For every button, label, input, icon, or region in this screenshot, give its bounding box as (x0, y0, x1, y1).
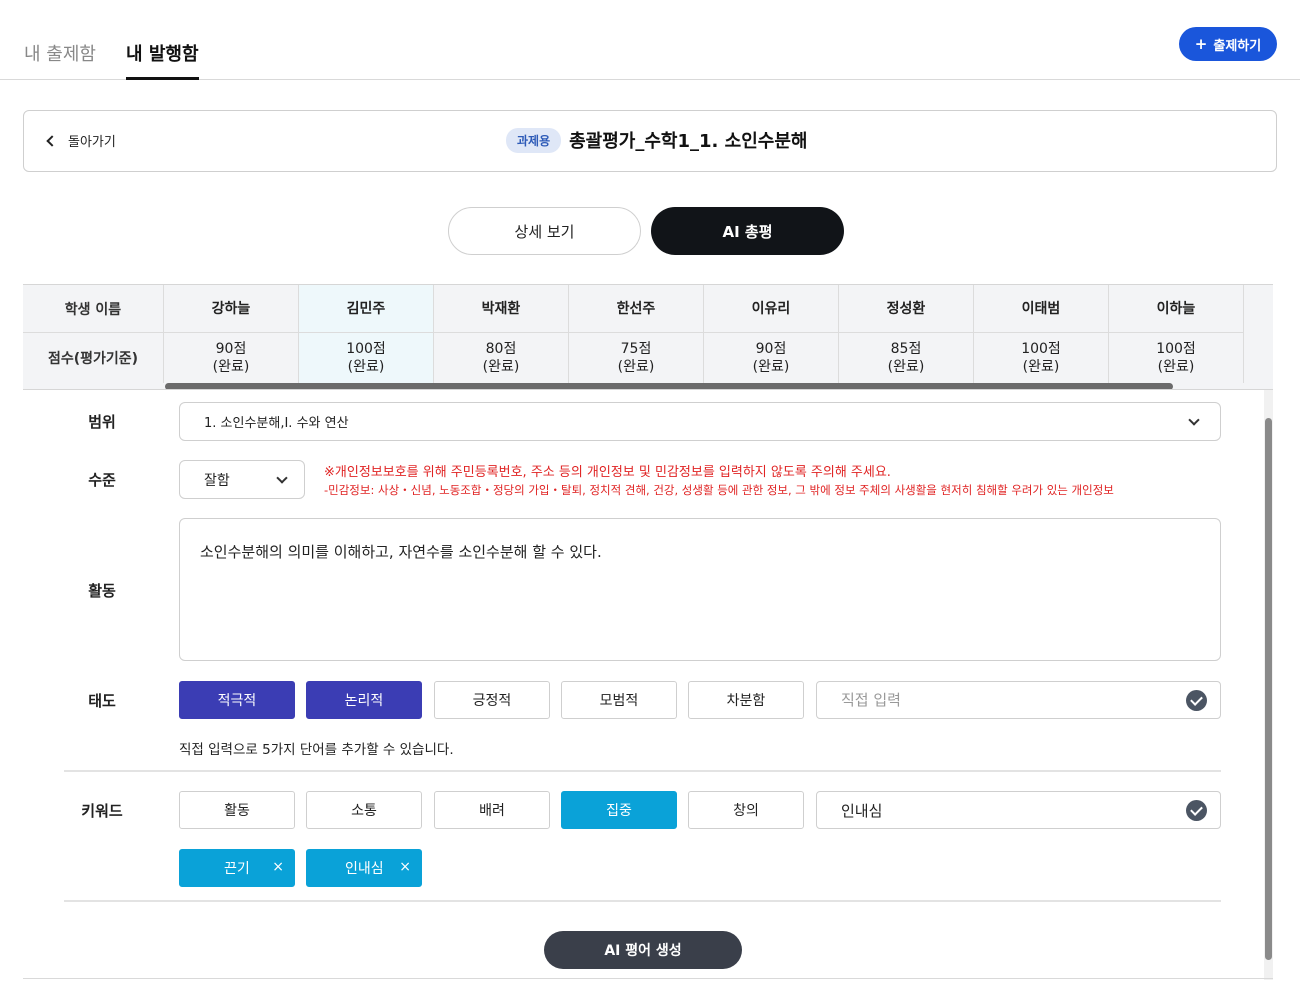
score-value: 90점 (755, 341, 787, 357)
score-value: 75점 (620, 341, 652, 357)
level-label: 수준 (88, 471, 116, 489)
score-status: (완료) (482, 359, 520, 375)
chevron-down-icon (1188, 414, 1200, 426)
activity-label: 활동 (88, 582, 116, 600)
attitude-chip[interactable]: 차분함 (688, 681, 804, 719)
student-name-cell[interactable]: 정성환 (839, 285, 974, 332)
student-name-cell-selected[interactable]: 김민주 (299, 285, 434, 332)
assignment-header: 돌아가기 과제용 총괄평가_수학1_1. 소인수분해 (23, 110, 1277, 172)
score-cell[interactable]: 100점 (완료) (974, 333, 1109, 383)
attitude-chip[interactable]: 긍정적 (434, 681, 550, 719)
score-cell[interactable]: 80점 (완료) (434, 333, 569, 383)
privacy-warning: ※개인정보보호를 위해 주민등록번호, 주소 등의 개인정보 및 민감정보를 입… (324, 465, 891, 480)
plus-icon: + (1194, 35, 1208, 53)
attitude-chip-selected[interactable]: 적극적 (179, 681, 295, 719)
activity-textarea[interactable]: 소인수분해의 의미를 이해하고, 자연수를 소인수분해 할 수 있다. (179, 518, 1221, 661)
tab-my-questions[interactable]: 내 출제함 (24, 40, 96, 80)
range-label: 범위 (88, 413, 116, 431)
detail-view-button[interactable]: 상세 보기 (448, 207, 641, 255)
keyword-chip[interactable]: 활동 (179, 791, 295, 829)
close-icon[interactable]: × (399, 859, 411, 875)
keyword-chip[interactable]: 소통 (306, 791, 422, 829)
attitude-chip[interactable]: 모범적 (561, 681, 677, 719)
student-name-row: 학생 이름 강하늘 김민주 박재환 한선주 이유리 정성환 이태범 이하늘 (23, 285, 1244, 333)
score-status: (완료) (212, 359, 250, 375)
score-status: (완료) (617, 359, 655, 375)
attitude-input-field (816, 681, 1221, 719)
assignment-type-badge: 과제용 (506, 127, 562, 153)
attitude-chip-selected[interactable]: 논리적 (306, 681, 422, 719)
table-horizontal-scrollbar[interactable] (165, 383, 1173, 389)
score-cell[interactable]: 90점 (완료) (164, 333, 299, 383)
close-icon[interactable]: × (272, 859, 284, 875)
tag-label: 인내심 (345, 861, 384, 877)
score-status: (완료) (887, 359, 925, 375)
chevron-down-icon (276, 472, 288, 484)
student-score-row: 점수(평가기준) 90점 (완료) 100점 (완료) 80점 (완료) 75점 (완료… (23, 333, 1244, 383)
student-score-table: 학생 이름 강하늘 김민주 박재환 한선주 이유리 정성환 이태범 이하늘 점수… (23, 284, 1273, 390)
keyword-chip[interactable]: 배려 (434, 791, 550, 829)
keyword-input-field (816, 791, 1221, 829)
attitude-hint: 직접 입력으로 5가지 단어를 추가할 수 있습니다. (179, 742, 454, 758)
tag-label: 끈기 (224, 861, 250, 877)
custom-keyword-tag: 인내심 × (306, 849, 422, 887)
back-button[interactable]: 돌아가기 (46, 131, 116, 150)
check-circle-icon[interactable] (1186, 800, 1207, 821)
keyword-label: 키워드 (81, 802, 123, 820)
range-select[interactable]: 1. 소인수분해,I. 수와 연산 (179, 402, 1221, 441)
score-cell[interactable]: 85점 (완료) (839, 333, 974, 383)
section-divider (64, 770, 1221, 772)
attitude-custom-input[interactable] (817, 682, 1157, 718)
title-group: 과제용 총괄평가_수학1_1. 소인수분해 (506, 127, 807, 153)
level-value: 잘함 (204, 472, 230, 489)
level-select[interactable]: 잘함 (179, 460, 305, 499)
sensitive-info-warning: -민감정보: 사상・신념, 노동조합・정당의 가입・탈퇴, 정치적 견해, 건강… (324, 483, 1114, 497)
vertical-scrollbar[interactable] (1265, 418, 1272, 960)
back-label: 돌아가기 (68, 135, 116, 150)
score-cell[interactable]: 75점 (완료) (569, 333, 704, 383)
keyword-chip-selected[interactable]: 집중 (561, 791, 677, 829)
score-status: (완료) (1022, 359, 1060, 375)
chevron-left-icon (46, 134, 58, 147)
student-name-cell[interactable]: 강하늘 (164, 285, 299, 332)
range-value: 1. 소인수분해,I. 수와 연산 (204, 416, 349, 431)
score-value: 100점 (1021, 341, 1061, 357)
score-status: (완료) (752, 359, 790, 375)
ai-review-button[interactable]: AI 총평 (651, 207, 844, 255)
check-circle-icon[interactable] (1186, 690, 1207, 711)
top-tab-bar: 내 출제함 내 발행함 + 출제하기 (0, 0, 1300, 80)
attitude-label: 태도 (88, 692, 116, 710)
score-cell-selected[interactable]: 100점 (완료) (299, 333, 434, 383)
score-value: 100점 (1156, 341, 1196, 357)
keyword-custom-input[interactable] (817, 792, 1157, 828)
custom-keyword-tag: 끈기 × (179, 849, 295, 887)
score-value: 80점 (485, 341, 517, 357)
publish-button-label: 출제하기 (1213, 38, 1262, 54)
student-name-cell[interactable]: 이하늘 (1109, 285, 1244, 332)
student-name-cell[interactable]: 이유리 (704, 285, 839, 332)
section-divider (64, 900, 1221, 902)
score-value: 100점 (346, 341, 386, 357)
score-value: 85점 (890, 341, 922, 357)
score-status: (완료) (1157, 359, 1195, 375)
page-title: 총괄평가_수학1_1. 소인수분해 (569, 131, 808, 152)
score-cell[interactable]: 100점 (완료) (1109, 333, 1244, 383)
score-status: (완료) (347, 359, 385, 375)
name-header: 학생 이름 (23, 285, 164, 332)
student-name-cell[interactable]: 박재환 (434, 285, 569, 332)
tab-my-published[interactable]: 내 발행함 (126, 40, 199, 80)
score-header: 점수(평가기준) (23, 333, 164, 383)
student-name-cell[interactable]: 이태범 (974, 285, 1109, 332)
bottom-border (23, 978, 1273, 979)
student-name-cell[interactable]: 한선주 (569, 285, 704, 332)
score-value: 90점 (215, 341, 247, 357)
ai-comment-generate-button[interactable]: AI 평어 생성 (544, 931, 742, 969)
score-cell[interactable]: 90점 (완료) (704, 333, 839, 383)
keyword-chip[interactable]: 창의 (688, 791, 804, 829)
publish-button[interactable]: + 출제하기 (1179, 27, 1277, 61)
